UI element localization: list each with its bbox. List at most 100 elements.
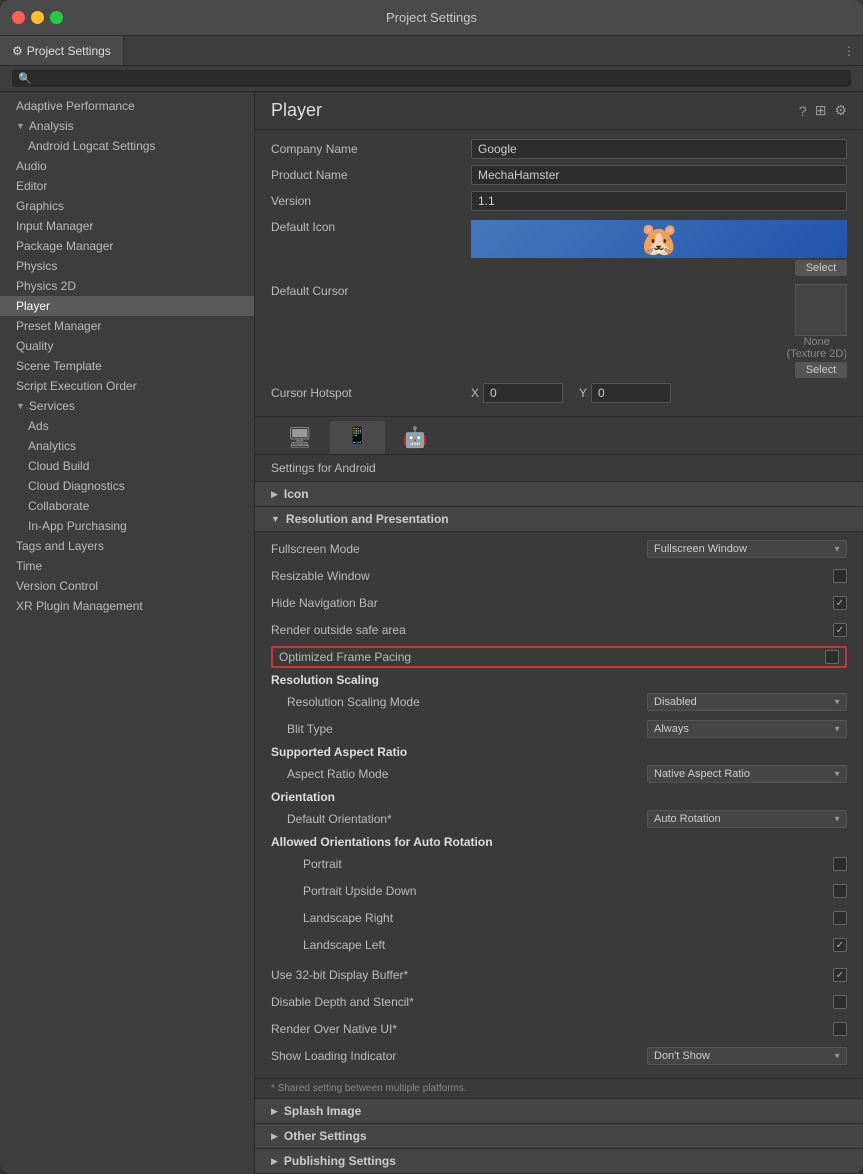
cursor-hotspot-row: Cursor Hotspot X Y [271, 382, 847, 404]
other-settings-header[interactable]: ▶ Other Settings [255, 1124, 863, 1149]
orientation-title: Orientation [271, 790, 847, 804]
sidebar-item-tags-layers[interactable]: Tags and Layers [0, 536, 254, 556]
tab-label: Project Settings [27, 44, 111, 58]
publishing-settings-header[interactable]: ▶ Publishing Settings [255, 1149, 863, 1174]
help-icon[interactable]: ? [799, 103, 807, 119]
portrait-upside-checkbox[interactable] [833, 884, 847, 898]
render-native-control [833, 1022, 847, 1036]
resolution-scaling-mode-row: Resolution Scaling Mode Disabled [271, 691, 847, 713]
default-icon-value: 🐹 Select [471, 220, 847, 276]
render-outside-checkbox[interactable] [833, 623, 847, 637]
hide-nav-bar-label: Hide Navigation Bar [271, 596, 833, 610]
layout-icon[interactable]: ⊞ [815, 102, 827, 119]
sidebar-item-time[interactable]: Time [0, 556, 254, 576]
chevron-right-icon-other: ▶ [271, 1131, 278, 1142]
sidebar-item-collaborate[interactable]: Collaborate [0, 496, 254, 516]
sidebar-item-cloud-diagnostics[interactable]: Cloud Diagnostics [0, 476, 254, 496]
select-cursor-button[interactable]: Select [795, 362, 847, 378]
cursor-y-input[interactable] [591, 383, 671, 403]
aspect-ratio-select[interactable]: Native Aspect Ratio [647, 765, 847, 783]
sidebar-item-xr-plugin[interactable]: XR Plugin Management [0, 596, 254, 616]
sidebar-item-script-execution[interactable]: Script Execution Order [0, 376, 254, 396]
blit-type-select[interactable]: Always [647, 720, 847, 738]
resolution-scaling-select[interactable]: Disabled [647, 693, 847, 711]
render-outside-control [833, 623, 847, 637]
y-label: Y [579, 386, 587, 400]
landscape-right-control [833, 911, 847, 925]
display-buffer-checkbox[interactable] [833, 968, 847, 982]
version-value [471, 191, 847, 211]
cursor-x-input[interactable] [483, 383, 563, 403]
supported-aspect-title: Supported Aspect Ratio [271, 745, 847, 759]
close-button[interactable] [12, 11, 25, 24]
splash-image-title: Splash Image [284, 1104, 361, 1118]
maximize-button[interactable] [50, 11, 63, 24]
content-header: Player ? ⊞ ⚙ [255, 92, 863, 130]
aspect-ratio-control: Native Aspect Ratio [647, 765, 847, 783]
sidebar-item-services[interactable]: ▼ Services [0, 396, 254, 416]
default-orientation-select[interactable]: Auto Rotation [647, 810, 847, 828]
icon-section-header[interactable]: ▶ Icon [255, 482, 863, 507]
sidebar-item-cloud-build[interactable]: Cloud Build [0, 456, 254, 476]
portrait-checkbox[interactable] [833, 857, 847, 871]
default-orientation-label: Default Orientation* [287, 812, 647, 826]
sidebar-item-quality[interactable]: Quality [0, 336, 254, 356]
fullscreen-dropdown-wrap: Fullscreen Window [647, 540, 847, 558]
sidebar-item-input-manager[interactable]: Input Manager [0, 216, 254, 236]
cursor-texture-label: (Texture 2D) [786, 348, 847, 360]
header-icons: ? ⊞ ⚙ [799, 102, 847, 119]
sidebar-item-editor[interactable]: Editor [0, 176, 254, 196]
display-buffer-label: Use 32-bit Display Buffer* [271, 968, 833, 982]
sidebar-item-player[interactable]: Player [0, 296, 254, 316]
minimize-button[interactable] [31, 11, 44, 24]
sidebar-item-analytics[interactable]: Analytics [0, 436, 254, 456]
loading-indicator-label: Show Loading Indicator [271, 1049, 647, 1063]
other-settings-title: Other Settings [284, 1129, 367, 1143]
optimized-frame-checkbox[interactable] [825, 650, 839, 664]
sidebar-item-preset-manager[interactable]: Preset Manager [0, 316, 254, 336]
company-name-input[interactable] [471, 139, 847, 159]
product-name-input[interactable] [471, 165, 847, 185]
settings-icon[interactable]: ⚙ [834, 102, 847, 119]
tab-android[interactable]: 📱 [330, 421, 384, 454]
splash-image-header[interactable]: ▶ Splash Image [255, 1099, 863, 1124]
tab-other[interactable]: 🤖 [387, 421, 444, 454]
sidebar-item-analysis[interactable]: ▼ Analysis [0, 116, 254, 136]
tab-desktop[interactable]: 🖥 [271, 421, 328, 454]
landscape-right-checkbox[interactable] [833, 911, 847, 925]
sidebar-item-scene-template[interactable]: Scene Template [0, 356, 254, 376]
resolution-section-header[interactable]: ▼ Resolution and Presentation [255, 507, 863, 532]
main-content: Adaptive Performance ▼ Analysis Android … [0, 92, 863, 1174]
resizable-window-checkbox[interactable] [833, 569, 847, 583]
company-name-value [471, 139, 847, 159]
tab-menu-button[interactable]: ⋮ [835, 40, 863, 62]
search-input[interactable] [36, 73, 845, 85]
hide-nav-bar-checkbox[interactable] [833, 596, 847, 610]
sidebar-item-android-logcat[interactable]: Android Logcat Settings [0, 136, 254, 156]
main-window: Project Settings ⚙ Project Settings ⋮ 🔍 … [0, 0, 863, 1174]
version-input[interactable] [471, 191, 847, 211]
portrait-control [833, 857, 847, 871]
product-name-row: Product Name [271, 164, 847, 186]
sidebar-item-package-manager[interactable]: Package Manager [0, 236, 254, 256]
render-native-checkbox[interactable] [833, 1022, 847, 1036]
blit-type-dropdown-wrap: Always [647, 720, 847, 738]
sidebar-item-audio[interactable]: Audio [0, 156, 254, 176]
aspect-ratio-mode-label: Aspect Ratio Mode [287, 767, 647, 781]
sidebar-item-physics-2d[interactable]: Physics 2D [0, 276, 254, 296]
default-icon-label: Default Icon [271, 220, 471, 234]
optimized-frame-control [825, 650, 839, 664]
version-row: Version [271, 190, 847, 212]
sidebar-item-adaptive-performance[interactable]: Adaptive Performance [0, 96, 254, 116]
sidebar-item-graphics[interactable]: Graphics [0, 196, 254, 216]
loading-indicator-select[interactable]: Don't Show [647, 1047, 847, 1065]
sidebar-item-in-app-purchasing[interactable]: In-App Purchasing [0, 516, 254, 536]
depth-stencil-checkbox[interactable] [833, 995, 847, 1009]
select-icon-button[interactable]: Select [795, 260, 847, 276]
sidebar-item-ads[interactable]: Ads [0, 416, 254, 436]
sidebar-item-version-control[interactable]: Version Control [0, 576, 254, 596]
fullscreen-mode-select[interactable]: Fullscreen Window [647, 540, 847, 558]
landscape-left-checkbox[interactable] [833, 938, 847, 952]
sidebar-item-physics[interactable]: Physics [0, 256, 254, 276]
active-tab[interactable]: ⚙ Project Settings [0, 36, 124, 65]
